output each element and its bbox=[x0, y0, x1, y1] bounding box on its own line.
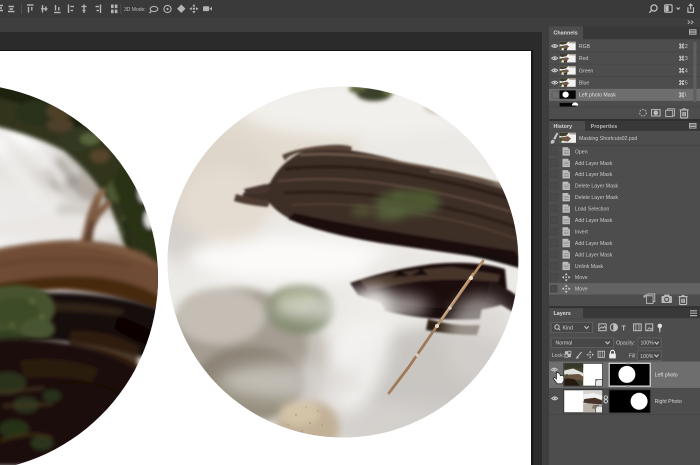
svg-text:Delete Layer Mask: Delete Layer Mask bbox=[575, 183, 619, 189]
svg-text:Green: Green bbox=[579, 68, 594, 74]
svg-text:Left photo Mask: Left photo Mask bbox=[579, 92, 616, 98]
svg-text:100%: 100% bbox=[640, 354, 654, 360]
svg-text:History: History bbox=[554, 124, 573, 130]
svg-text:Fill:: Fill: bbox=[629, 353, 637, 359]
svg-text:Channels: Channels bbox=[554, 30, 578, 36]
svg-text:Load Selection: Load Selection bbox=[575, 206, 609, 212]
svg-text:3D Mode:: 3D Mode: bbox=[124, 7, 146, 13]
svg-text:Invert: Invert bbox=[575, 229, 589, 235]
svg-text:Red: Red bbox=[579, 56, 589, 62]
svg-text:Lock:: Lock: bbox=[552, 352, 564, 358]
svg-text:Unlink Mask: Unlink Mask bbox=[575, 263, 604, 269]
svg-text:Add Layer Mask: Add Layer Mask bbox=[575, 218, 613, 224]
svg-text:3: 3 bbox=[685, 56, 688, 62]
svg-text:4: 4 bbox=[685, 68, 688, 74]
svg-text:Move: Move bbox=[575, 286, 588, 292]
svg-text:Layers: Layers bbox=[554, 311, 571, 317]
svg-text:Left photo: Left photo bbox=[655, 372, 678, 378]
svg-text:Normal: Normal bbox=[556, 340, 573, 346]
svg-text:Add Layer Mask: Add Layer Mask bbox=[575, 240, 613, 246]
svg-text:Opacity:: Opacity: bbox=[616, 340, 635, 346]
svg-text:2: 2 bbox=[685, 43, 688, 49]
svg-text:Move: Move bbox=[575, 275, 588, 281]
svg-text:Masking Shortcuts02.psd: Masking Shortcuts02.psd bbox=[579, 135, 637, 141]
svg-text:Properties: Properties bbox=[591, 124, 618, 130]
svg-text:RGB: RGB bbox=[579, 43, 591, 49]
svg-text:Kind: Kind bbox=[563, 325, 573, 331]
svg-text:Add Layer Mask: Add Layer Mask bbox=[575, 172, 613, 178]
svg-text:Delete Layer Mask: Delete Layer Mask bbox=[575, 195, 619, 201]
svg-text:T: T bbox=[622, 325, 627, 332]
svg-text:Blue: Blue bbox=[579, 80, 589, 86]
svg-text:Add Layer Mask: Add Layer Mask bbox=[575, 252, 613, 258]
svg-text:100%: 100% bbox=[641, 340, 655, 346]
svg-text:5: 5 bbox=[685, 80, 688, 86]
svg-text:Right Photo: Right Photo bbox=[655, 399, 682, 405]
svg-text:Add Layer Mask: Add Layer Mask bbox=[575, 160, 613, 166]
svg-text:Open: Open bbox=[575, 149, 588, 155]
